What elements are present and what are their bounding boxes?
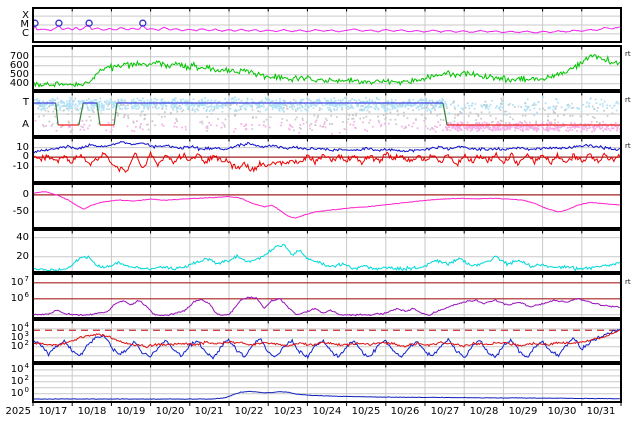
series-protons [33,297,620,316]
x-axis-date-label: 10/24 [305,406,349,418]
panel-imf-sector [33,92,622,136]
series-xray [33,25,620,33]
x-axis-date-label: 10/29 [501,406,545,418]
panel-solar-wind-speed [33,46,621,90]
x-axis-date-label: 10/26 [383,406,427,418]
x-axis-date-label: 10/27 [423,406,467,418]
space-weather-multipanel-chart: XMC700600500400TA100-100-504020107106104… [0,0,634,424]
panel-border [33,184,621,228]
y-axis-label: A [0,120,29,130]
y-axis-label: 102 [0,342,29,352]
x-axis-date-label: 10/18 [70,406,114,418]
y-axis-label: 20 [0,252,29,262]
series-hep [33,391,620,399]
panel-proton-flux [33,274,621,318]
x-axis-date-label: 10/22 [227,406,271,418]
y-axis-label: -10 [0,162,29,172]
panel-dst-index [33,184,621,228]
panel-high-energy-proton-flux [33,364,621,402]
panel-electron-flux [33,320,621,362]
x-axis-date-label: 10/23 [266,406,310,418]
chart-canvas [0,0,634,424]
series-dst [33,192,620,219]
y-axis-label: 400 [0,79,29,89]
series-density [33,245,620,272]
y-axis-label: 106 [0,294,29,304]
x-axis-date-label: 10/25 [344,406,388,418]
panel-goes-xray-flux [32,8,621,42]
y-axis-label: -50 [0,207,29,217]
x-axis-date-label: 10/21 [187,406,231,418]
y-axis-label: 107 [0,278,29,288]
y-axis-label: 100 [0,389,29,399]
x-axis-date-label: 10/20 [148,406,192,418]
y-axis-label: 40 [0,233,29,243]
realtime-indicator: rt [625,97,631,104]
realtime-indicator: rt [625,51,631,58]
realtime-indicator: rt [625,143,631,150]
x-axis-date-label: 10/19 [109,406,153,418]
realtime-indicator: rt [625,279,631,286]
panel-imf-bt-bz [33,138,621,182]
x-axis-year-label: 2025 [2,406,31,418]
y-axis-label: T [0,98,29,108]
y-axis-label: C [0,29,29,39]
y-axis-label: 0 [0,190,29,200]
x-axis-date-label: 10/28 [462,406,506,418]
series-bz [33,152,620,172]
panel-proton-density [33,230,621,272]
x-axis-date-label: 10/17 [31,406,75,418]
x-axis-date-label: 10/30 [540,406,584,418]
x-axis-date-label: 10/31 [579,406,623,418]
series-speed [33,55,620,87]
